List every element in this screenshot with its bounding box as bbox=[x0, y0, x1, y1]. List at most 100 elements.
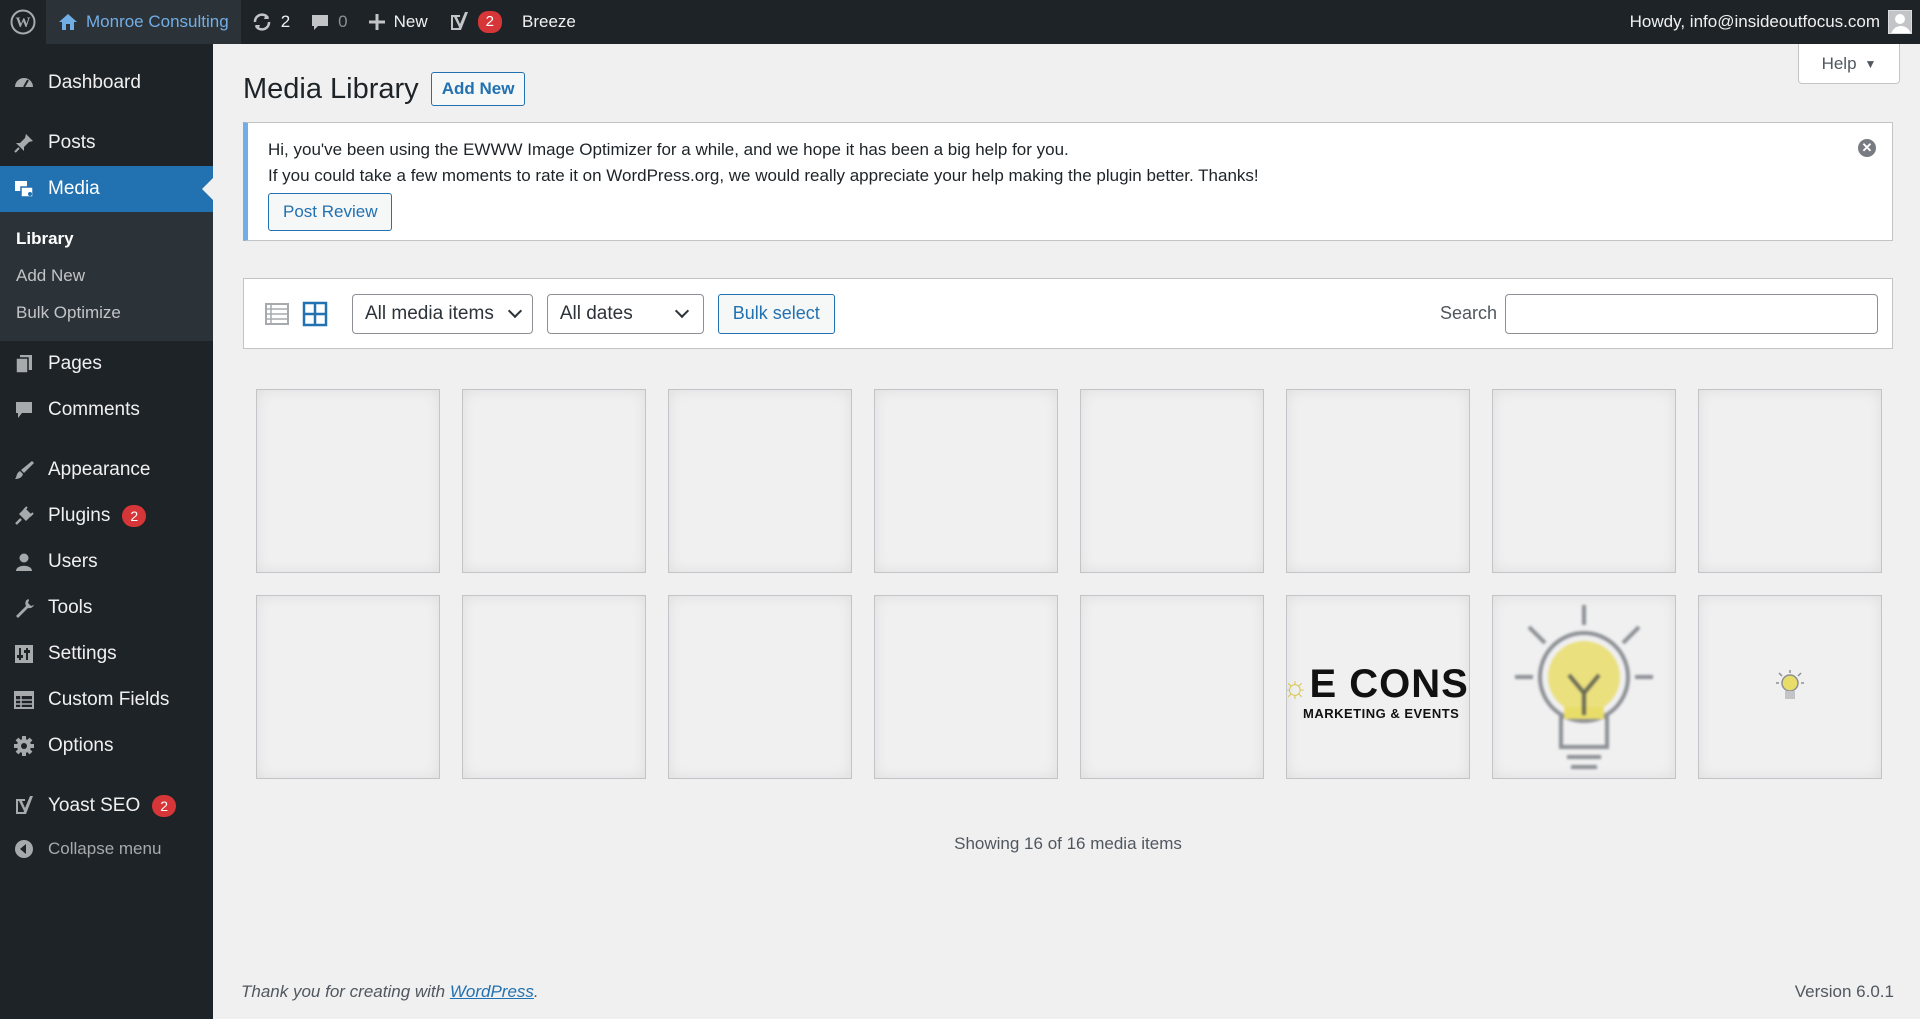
collapse-icon bbox=[12, 837, 36, 861]
sidebar-item-appearance[interactable]: Appearance bbox=[0, 447, 213, 493]
logo-text: E CONSU bbox=[1309, 662, 1470, 706]
breeze-link[interactable]: Breeze bbox=[512, 0, 586, 44]
help-label: Help bbox=[1821, 53, 1857, 73]
sidebar-item-label: Posts bbox=[48, 132, 96, 153]
post-review-button[interactable]: Post Review bbox=[268, 193, 393, 231]
review-notice: Hi, you've been using the EWWW Image Opt… bbox=[243, 122, 1893, 241]
plus-icon bbox=[368, 14, 385, 30]
notice-line-1: Hi, you've been using the EWWW Image Opt… bbox=[268, 140, 1069, 159]
help-button[interactable]: Help ▼ bbox=[1798, 44, 1900, 84]
media-item[interactable] bbox=[1080, 389, 1264, 573]
updates-link[interactable]: 2 bbox=[241, 0, 300, 44]
footer-thanks-suffix: . bbox=[533, 982, 539, 1001]
media-grid: ☼E CONSU MARKETING & EVENTS bbox=[256, 389, 1882, 779]
updates-count: 2 bbox=[280, 12, 291, 31]
sidebar-item-label: Media bbox=[48, 178, 100, 199]
sidebar-item-label: Pages bbox=[48, 353, 102, 374]
media-count-text: Showing 16 of 16 media items bbox=[954, 834, 1182, 853]
sidebar-item-yoast[interactable]: Yoast SEO 2 bbox=[0, 783, 213, 829]
site-name-link[interactable]: Monroe Consulting bbox=[46, 0, 241, 44]
updates-icon bbox=[253, 13, 270, 31]
media-type-value: All media items bbox=[365, 302, 494, 324]
media-type-filter[interactable]: All media items bbox=[352, 293, 533, 334]
sidebar-item-tools[interactable]: Tools bbox=[0, 585, 213, 631]
comments-link[interactable]: 0 bbox=[300, 0, 357, 44]
media-item[interactable] bbox=[1492, 389, 1676, 573]
admin-sidebar: Dashboard Posts Media Library Add New Bu… bbox=[0, 44, 213, 1019]
sidebar-item-users[interactable]: Users bbox=[0, 539, 213, 585]
sidebar-item-options[interactable]: Options bbox=[0, 723, 213, 769]
date-filter[interactable]: All dates bbox=[546, 293, 704, 334]
wordpress-link[interactable]: WordPress bbox=[450, 982, 534, 1001]
new-content-link[interactable]: New bbox=[358, 0, 438, 44]
media-item[interactable] bbox=[874, 389, 1058, 573]
user-icon bbox=[12, 550, 36, 574]
greeting: Howdy, info@insideoutfocus.com bbox=[1629, 12, 1880, 31]
sidebar-item-label: Plugins bbox=[48, 505, 111, 526]
media-item[interactable] bbox=[1286, 389, 1470, 573]
media-item[interactable] bbox=[462, 389, 646, 573]
sidebar-item-comments[interactable]: Comments bbox=[0, 387, 213, 433]
footer-version: Version 6.0.1 bbox=[1794, 982, 1894, 1001]
list-view-icon[interactable] bbox=[264, 301, 290, 327]
sidebar-item-label: Custom Fields bbox=[48, 689, 170, 710]
my-account-link[interactable]: Howdy, info@insideoutfocus.com bbox=[1620, 0, 1920, 44]
dashboard-icon bbox=[12, 71, 36, 95]
sidebar-item-dashboard[interactable]: Dashboard bbox=[0, 60, 213, 106]
logo-thumbnail: ☼E CONSU MARKETING & EVENTS bbox=[1287, 664, 1469, 721]
gear-icon bbox=[12, 734, 36, 758]
sidebar-item-custom-fields[interactable]: Custom Fields bbox=[0, 677, 213, 723]
media-submenu: Library Add New Bulk Optimize bbox=[0, 212, 213, 341]
media-item[interactable] bbox=[668, 595, 852, 779]
sidebar-item-media[interactable]: Media bbox=[0, 166, 213, 212]
media-item[interactable] bbox=[256, 595, 440, 779]
bulk-select-button[interactable]: Bulk select bbox=[717, 293, 835, 334]
sidebar-item-pages[interactable]: Pages bbox=[0, 341, 213, 387]
sidebar-item-label: Settings bbox=[48, 643, 117, 664]
search-area: Search bbox=[1440, 293, 1892, 334]
table-icon bbox=[12, 688, 36, 712]
media-item-logo[interactable]: ☼E CONSU MARKETING & EVENTS bbox=[1286, 595, 1470, 779]
sidebar-item-posts[interactable]: Posts bbox=[0, 120, 213, 166]
admin-bar: W Monroe Consulting 2 0 New 2 Breeze How… bbox=[0, 0, 1920, 44]
home-icon bbox=[59, 14, 77, 30]
comment-icon bbox=[312, 15, 329, 30]
sidebar-item-settings[interactable]: Settings bbox=[0, 631, 213, 677]
date-filter-value: All dates bbox=[559, 302, 633, 324]
media-item[interactable] bbox=[668, 389, 852, 573]
sidebar-item-label: Yoast SEO bbox=[48, 795, 141, 816]
new-label: New bbox=[393, 12, 428, 31]
wordpress-logo-icon[interactable]: W bbox=[0, 0, 46, 44]
media-item-lightbulb[interactable] bbox=[1492, 595, 1676, 779]
dismiss-icon[interactable]: ✕ bbox=[1858, 139, 1876, 157]
media-item[interactable] bbox=[462, 595, 646, 779]
chevron-down-icon bbox=[674, 303, 689, 319]
media-item[interactable] bbox=[1080, 595, 1264, 779]
add-new-button[interactable]: Add New bbox=[430, 72, 526, 106]
plugins-badge: 2 bbox=[122, 505, 147, 527]
logo-subtext: MARKETING & EVENTS bbox=[1303, 706, 1460, 721]
yoast-link[interactable]: 2 bbox=[438, 0, 512, 44]
media-item[interactable] bbox=[256, 389, 440, 573]
yoast-badge: 2 bbox=[152, 795, 177, 817]
sidebar-item-plugins[interactable]: Plugins 2 bbox=[0, 493, 213, 539]
media-item[interactable] bbox=[874, 595, 1058, 779]
yoast-icon bbox=[12, 794, 36, 818]
submenu-library[interactable]: Library bbox=[0, 220, 213, 257]
submenu-add-new[interactable]: Add New bbox=[0, 257, 213, 294]
collapse-menu-button[interactable]: Collapse menu bbox=[0, 829, 213, 869]
lightbulb-thumbnail bbox=[1515, 605, 1653, 769]
site-name: Monroe Consulting bbox=[86, 12, 229, 31]
yoast-icon bbox=[450, 12, 468, 30]
collapse-label: Collapse menu bbox=[48, 839, 162, 858]
search-input[interactable] bbox=[1505, 293, 1878, 334]
caret-down-icon: ▼ bbox=[1864, 56, 1877, 71]
lightbulb-thumbnail bbox=[1776, 670, 1804, 699]
media-item[interactable] bbox=[1698, 389, 1882, 573]
grid-view-icon[interactable] bbox=[302, 301, 328, 327]
media-item-small-lightbulb[interactable] bbox=[1698, 595, 1882, 779]
sidebar-item-label: Users bbox=[48, 551, 98, 572]
submenu-bulk-optimize[interactable]: Bulk Optimize bbox=[0, 294, 213, 331]
page-heading: Media Library Add New bbox=[243, 72, 526, 106]
media-icon bbox=[12, 177, 36, 201]
